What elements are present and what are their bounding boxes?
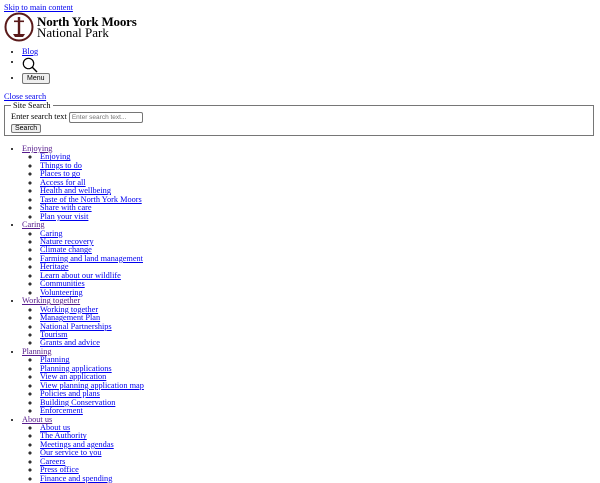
site-logo[interactable]: North York Moors National Park — [4, 12, 137, 42]
header-link-item — [22, 57, 50, 73]
nav-sublink-finance-and-spending[interactable]: Finance and spending — [40, 474, 112, 483]
nav-subitem: Finance and spending — [40, 475, 144, 483]
nav-submenu: EnjoyingThings to doPlaces to goAccess f… — [22, 153, 144, 221]
nav-section-enjoying: EnjoyingEnjoyingThings to doPlaces to go… — [22, 145, 144, 221]
header-link-item: Blog — [22, 47, 50, 57]
header-link-item: Menu — [22, 73, 50, 84]
header-links: Blog Menu — [0, 47, 50, 84]
nav-subitem: Plan your visit — [40, 213, 144, 221]
nav-submenu: CaringNature recoveryClimate changeFarmi… — [22, 230, 144, 298]
nav-submenu: About usThe AuthorityMeetings and agenda… — [22, 424, 144, 483]
nav-submenu: PlanningPlanning applicationsView an app… — [22, 356, 144, 415]
nav-section-working-together: Working togetherWorking togetherManageme… — [22, 297, 144, 348]
site-search-form: Site Search Enter search text Search — [4, 101, 594, 136]
site-search-legend: Site Search — [11, 101, 53, 110]
search-icon — [22, 57, 38, 73]
nav-submenu: Working togetherManagement PlanNational … — [22, 306, 144, 348]
close-search-link[interactable]: Close search — [4, 92, 46, 101]
search-input[interactable] — [69, 112, 143, 123]
nav-sublink-plan-your-visit[interactable]: Plan your visit — [40, 212, 88, 221]
menu-button[interactable]: Menu — [22, 73, 50, 84]
skip-to-content-link[interactable]: Skip to main content — [4, 3, 73, 12]
nav-section-about-us: About usAbout usThe AuthorityMeetings an… — [22, 416, 144, 483]
search-label: Enter search text — [11, 112, 67, 121]
search-button[interactable]: Search — [11, 124, 41, 133]
search-toggle[interactable] — [22, 57, 38, 73]
nav-subitem: Enforcement — [40, 407, 144, 415]
nav-section-caring: CaringCaringNature recoveryClimate chang… — [22, 221, 144, 297]
blog-link[interactable]: Blog — [22, 47, 38, 56]
nav-section-planning: PlanningPlanningPlanning applicationsVie… — [22, 348, 144, 416]
nav-subitem: Grants and advice — [40, 339, 144, 347]
main-navigation: EnjoyingEnjoyingThings to doPlaces to go… — [0, 145, 144, 483]
logo-emblem-icon — [4, 12, 34, 42]
